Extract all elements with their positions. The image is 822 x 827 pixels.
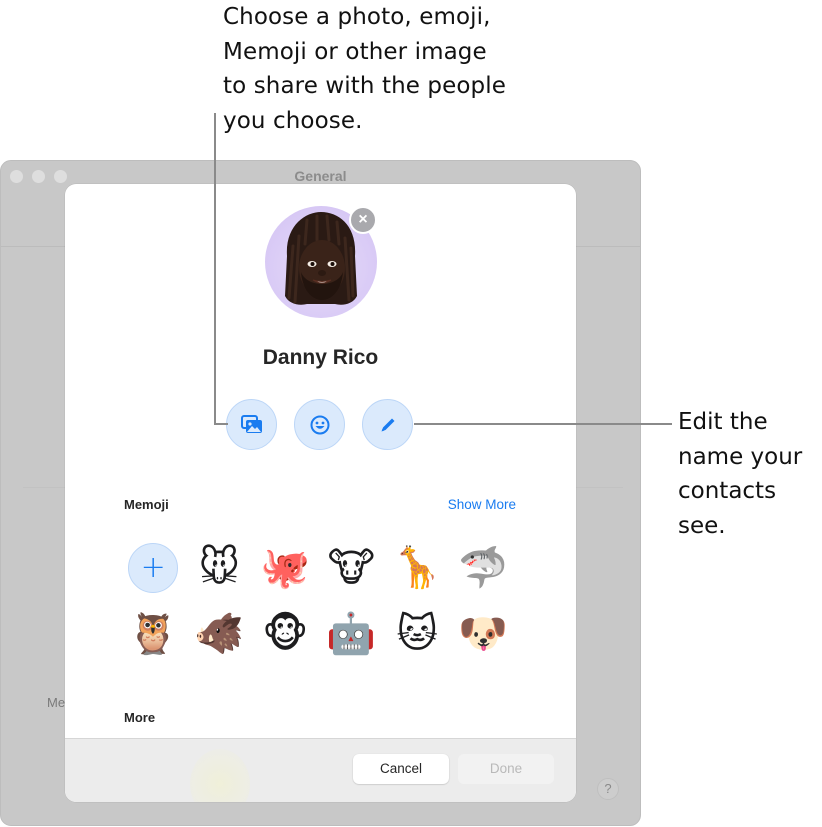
memoji-row: 🦉 🐗 🐵 🤖 🐱 🐶 — [124, 608, 524, 664]
callout-leader-right — [414, 423, 672, 425]
avatar-actions — [226, 399, 413, 450]
memoji-dog[interactable]: 🐶 — [454, 608, 513, 660]
smiley-icon — [310, 415, 329, 434]
photo-icon — [240, 414, 262, 433]
memoji-robot[interactable]: 🤖 — [322, 608, 381, 660]
callout-choose-image: Choose a photo, emoji, Memoji or other i… — [223, 0, 563, 138]
background-label: Me — [47, 695, 66, 710]
memoji-giraffe[interactable]: 🦒 — [388, 542, 447, 594]
memoji-cat[interactable]: 🐱 — [388, 608, 447, 660]
callout-line-text: see. — [678, 512, 726, 539]
footer-glow — [190, 749, 250, 802]
callout-leader-vertical — [214, 113, 216, 425]
callout-line-text: to share with the people — [223, 73, 506, 99]
add-memoji-cell[interactable]: + — [124, 542, 183, 594]
callout-leader-horizontal — [214, 423, 228, 425]
photos-button[interactable] — [226, 399, 277, 450]
show-more-link[interactable]: Show More — [448, 497, 516, 512]
callout-line-text: Edit the — [678, 409, 768, 435]
done-button[interactable]: Done — [458, 754, 554, 784]
memoji-boar[interactable]: 🐗 — [190, 608, 249, 660]
memoji-owl[interactable]: 🦉 — [124, 608, 183, 660]
callout-edit-name: Edit the name your contacts see. — [678, 405, 822, 543]
memoji-monkey[interactable]: 🐵 — [256, 608, 315, 660]
memoji-shark[interactable]: 🦈 — [454, 542, 513, 594]
more-section-label: More — [124, 710, 156, 725]
memoji-octopus[interactable]: 🐙 — [256, 542, 315, 594]
memoji-grid: + 🐭 🐙 🐮 🦒 🦈 🦉 🐗 🐵 🤖 🐱 🐶 — [124, 542, 524, 674]
memoji-section-label: Memoji — [124, 497, 169, 512]
callout-line-text: you choose. — [223, 107, 363, 134]
emoji-button[interactable] — [294, 399, 345, 450]
pencil-icon — [381, 418, 394, 431]
edit-name-button[interactable] — [362, 399, 413, 450]
cancel-button[interactable]: Cancel — [353, 754, 449, 784]
window-title: General — [294, 168, 347, 184]
contact-name: Danny Rico — [262, 346, 379, 369]
callout-line-text: contacts — [678, 478, 777, 504]
memoji-cow[interactable]: 🐮 — [322, 542, 381, 594]
memoji-mouse[interactable]: 🐭 — [190, 542, 249, 594]
add-memoji-button[interactable]: + — [128, 543, 179, 593]
help-button[interactable]: ? — [597, 778, 619, 800]
avatar-container: × — [265, 206, 377, 318]
remove-avatar-button[interactable]: × — [349, 206, 377, 234]
callout-line-text: name your — [678, 443, 803, 470]
sheet-footer: Cancel Done — [65, 738, 576, 802]
callout-line-text: Choose a photo, emoji, — [223, 4, 491, 30]
edit-profile-sheet: × Danny Rico Memoji Show More + 🐭 🐙 🐮 🦒 … — [65, 184, 576, 802]
memoji-row: + 🐭 🐙 🐮 🦒 🦈 — [124, 542, 524, 598]
callout-line-text: Memoji or other image — [223, 38, 487, 65]
